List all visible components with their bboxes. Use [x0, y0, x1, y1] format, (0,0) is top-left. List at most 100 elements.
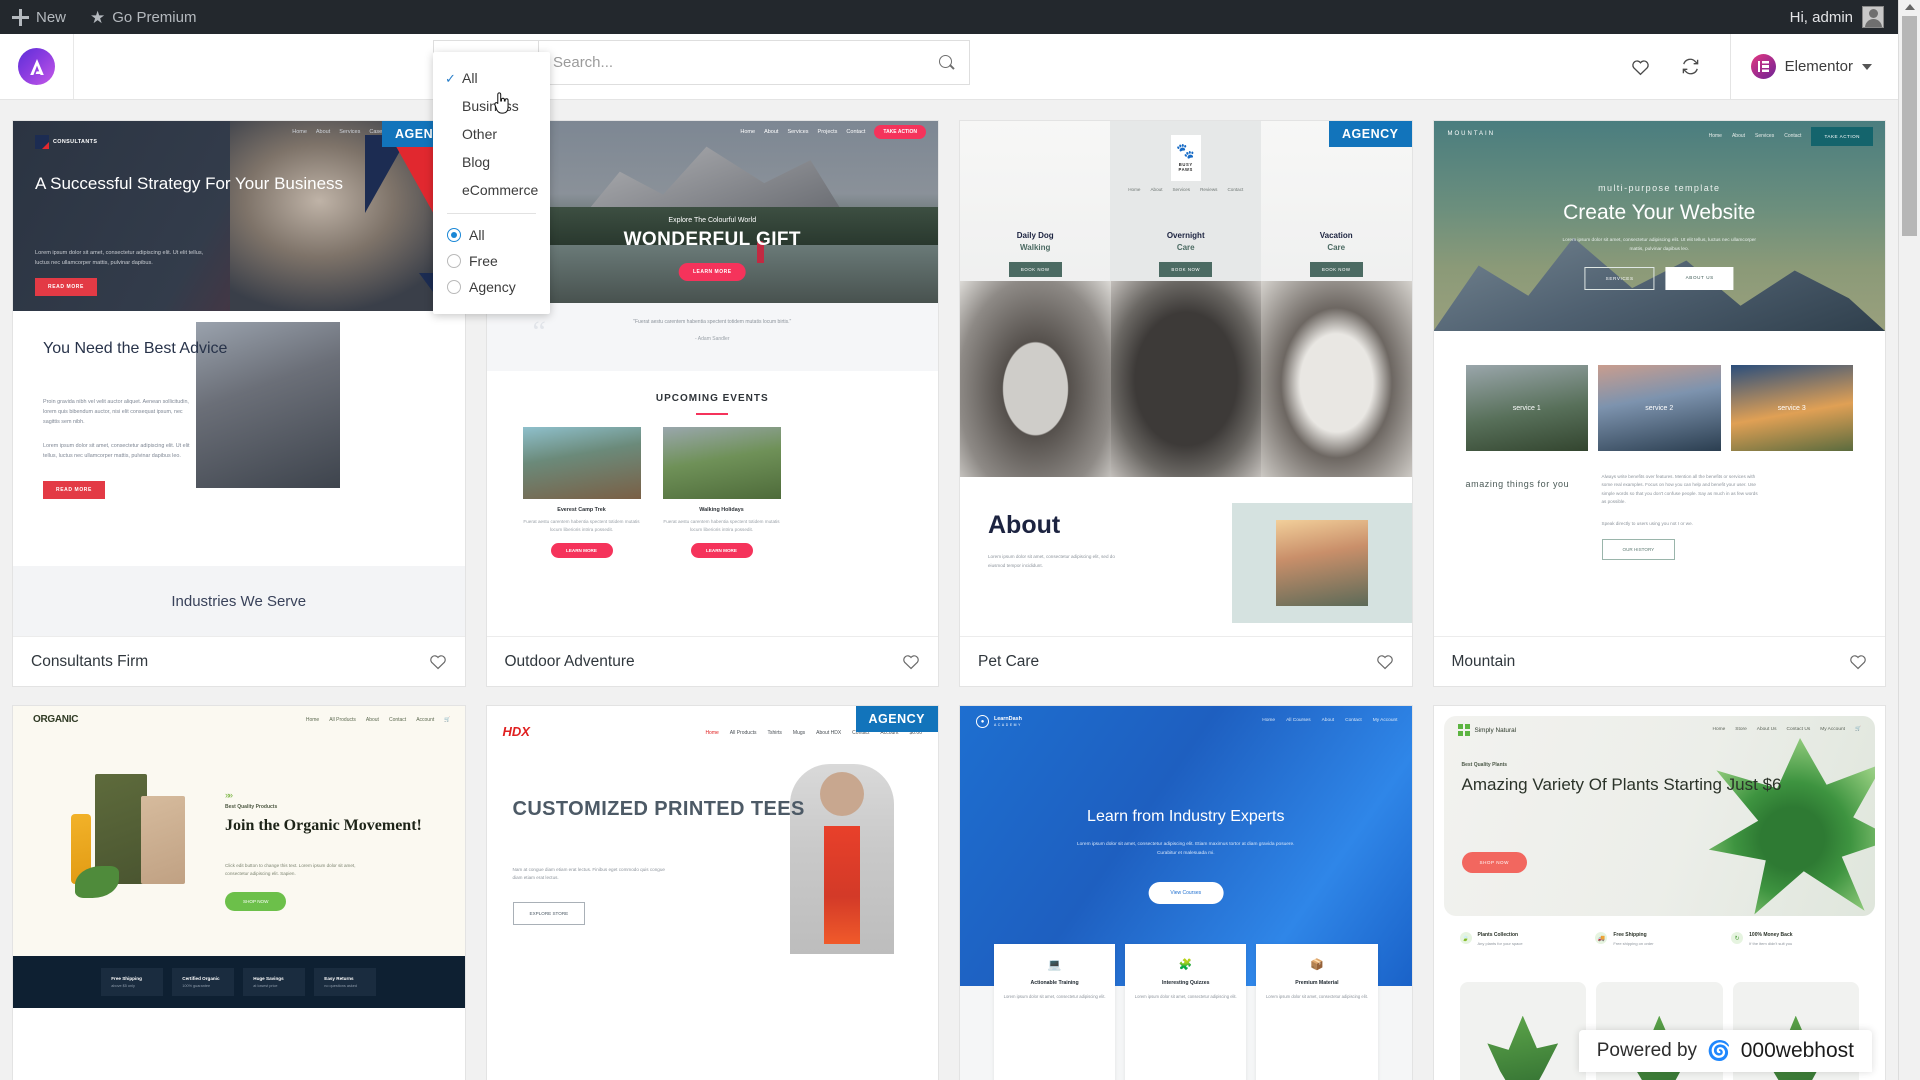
dropdown-item-all[interactable]: ✓ All — [433, 64, 550, 92]
leaf-icon: 🍃 — [1459, 932, 1472, 944]
refresh-icon: ↻ — [1731, 932, 1744, 944]
favorites-button[interactable] — [1616, 34, 1666, 99]
preview-paragraph: Lorem ipsum dolor sit amet, consectetur … — [1562, 238, 1757, 252]
template-card[interactable]: AGENCY 🐾 BUSY PAWS Home About Services R… — [959, 120, 1413, 687]
template-preview[interactable]: ● LearnDash ACADEMY Home All Courses Abo… — [960, 706, 1412, 1080]
preview-nav-item: Home — [1712, 726, 1726, 732]
category-dropdown-menu: ✓ All Business Other Blog eCommerce All … — [433, 52, 550, 314]
preview-nav-item: Contact — [1345, 717, 1362, 723]
preview-nav-item: Home — [1708, 133, 1722, 139]
heart-icon[interactable] — [1376, 653, 1394, 670]
dropdown-item-blog[interactable]: Blog — [433, 148, 550, 176]
page-builder-label: Elementor — [1784, 58, 1853, 75]
template-preview[interactable]: MOUNTAIN Home About Services Contact TAK… — [1433, 121, 1885, 636]
preview-nav-item: Contact — [1227, 187, 1244, 192]
astra-logo-icon — [18, 48, 55, 85]
preview-feature-sub: 100% guarantee — [182, 984, 211, 988]
preview-nav-item: Reviews — [1200, 187, 1218, 192]
preview-feature-sub: Free shipping on order — [1613, 941, 1654, 946]
preview-service-cta: BOOK NOW — [1159, 262, 1213, 277]
admin-bar-account[interactable]: Hi, admin — [1790, 6, 1898, 28]
radio-option-label: Free — [469, 253, 498, 269]
page-scrollbar[interactable] — [1898, 0, 1920, 1080]
search-icon[interactable] — [939, 54, 955, 71]
template-title: Mountain — [1451, 652, 1516, 670]
preview-paragraph: Click edit button to change this text. L… — [225, 863, 356, 877]
preview-nav-item: Home — [305, 717, 320, 723]
preview-service-label: service 3 — [1730, 365, 1853, 451]
dropdown-item-other[interactable]: Other — [433, 120, 550, 148]
radio-option-all[interactable]: All — [433, 222, 550, 248]
template-card[interactable]: MOUNTAIN Home About Services Contact TAK… — [1432, 120, 1886, 687]
preview-about-text: Lorem ipsum dolor sit amet, consectetur … — [988, 554, 1115, 568]
template-preview[interactable]: ORGANIC Home All Products About Contact … — [13, 706, 465, 1080]
template-preview[interactable]: Home Store About Us Contact Us My Accoun… — [1433, 706, 1885, 1080]
dropdown-item-ecommerce[interactable]: eCommerce — [433, 176, 550, 204]
template-card-footer: Mountain — [1433, 636, 1885, 686]
puzzle-icon: 🧩 — [1178, 959, 1193, 971]
scroll-up-arrow-icon[interactable] — [1904, 4, 1915, 10]
scrollbar-thumb[interactable] — [1902, 16, 1917, 236]
search-input[interactable] — [553, 54, 939, 71]
preview-service-title: Daily Dog — [1016, 231, 1054, 240]
simply-natural-logo-icon — [1457, 724, 1470, 736]
library-toolbar: All Elementor — [0, 34, 1898, 100]
dropdown-item-label: eCommerce — [462, 182, 539, 198]
template-card[interactable]: Home About Services Projects Contact TAK… — [485, 120, 939, 687]
box-icon: 📦 — [1310, 959, 1324, 971]
dropdown-item-business[interactable]: Business — [433, 92, 550, 120]
template-title: Consultants Firm — [31, 652, 149, 670]
preview-card-title: Premium Material — [1295, 980, 1339, 986]
template-preview[interactable]: AGENCY 🐾 BUSY PAWS Home About Services R… — [960, 121, 1412, 636]
radio-option-agency[interactable]: Agency — [433, 274, 550, 300]
preview-events-title: UPCOMING EVENTS — [655, 393, 769, 404]
template-card[interactable]: AGENCY HDX Home All Products Tshirts Mug… — [485, 705, 939, 1080]
dropdown-item-label: All — [462, 70, 478, 86]
preview-card-title: Actionable Training — [1030, 980, 1079, 986]
template-preview[interactable]: Home About Services Projects Contact TAK… — [486, 121, 938, 636]
preview-cta: EXPLORE STORE — [512, 902, 586, 925]
template-preview[interactable]: AGENCY HDX Home All Products Tshirts Mug… — [486, 706, 938, 1080]
template-card[interactable]: ORGANIC Home All Products About Contact … — [12, 705, 466, 1080]
preview-heading: CUSTOMIZED PRINTED TEES — [512, 798, 805, 820]
preview-paragraph: Lorem ipsum dolor sit amet, consectetur … — [35, 250, 204, 266]
admin-bar-new-item[interactable]: New — [0, 0, 78, 34]
sync-library-button[interactable] — [1666, 34, 1716, 99]
preview-kicker: Best Quality Products — [225, 804, 278, 810]
preview-card-desc: Lorem ipsum dolor sit amet, consectetur … — [1003, 994, 1106, 999]
preview-feature-title: Huge Savings — [253, 976, 284, 981]
template-card[interactable]: Home Store About Us Contact Us My Accoun… — [1432, 705, 1886, 1080]
dropdown-item-label: Other — [462, 126, 498, 142]
radio-option-label: Agency — [469, 279, 516, 295]
preview-feature-title: Certified Organic — [182, 976, 220, 981]
radio-option-free[interactable]: Free — [433, 248, 550, 274]
preview-service-cta: BOOK NOW — [1309, 262, 1363, 277]
preview-nav-item: Home — [292, 129, 307, 135]
preview-nav-item: Home — [1262, 717, 1276, 723]
template-preview[interactable]: AGENCY CONSULTANTS Home About Services C… — [13, 121, 465, 636]
heart-icon[interactable] — [1849, 653, 1867, 670]
preview-nav-item: About HDX — [816, 730, 842, 736]
template-grid: AGENCY CONSULTANTS Home About Services C… — [0, 100, 1898, 1080]
preview-cta: SHOP NOW — [225, 892, 287, 911]
powered-by-badge[interactable]: Powered by 🌀 000webhost — [1578, 1030, 1872, 1072]
preview-band-text: Industries We Serve — [13, 566, 465, 636]
template-card[interactable]: ● LearnDash ACADEMY Home All Courses Abo… — [959, 705, 1413, 1080]
preview-feature-title: Free Shipping — [1613, 932, 1647, 938]
preview-card-title: Interesting Quizzes — [1161, 980, 1210, 986]
preview-kicker: Explore The Colourful World — [668, 217, 757, 224]
preview-nav-item: About — [1731, 133, 1746, 139]
template-card[interactable]: AGENCY CONSULTANTS Home About Services C… — [12, 120, 466, 687]
preview-nav-item: Services — [339, 129, 361, 135]
heart-icon[interactable] — [902, 653, 920, 670]
heart-icon[interactable] — [429, 653, 447, 670]
preview-nav-item: Contact — [846, 129, 866, 135]
preview-quote-author: - Adam Sandler — [695, 336, 730, 342]
admin-bar-go-premium-item[interactable]: ★ Go Premium — [78, 0, 208, 34]
page-builder-select[interactable]: Elementor — [1735, 54, 1898, 79]
astra-logo-cell[interactable] — [0, 34, 74, 99]
preview-feature-title: Free Shipping — [111, 976, 142, 981]
preview-heading: WONDERFUL GIFT — [623, 229, 801, 250]
admin-bar-greeting: Hi, admin — [1789, 8, 1853, 26]
preview-nav-item: All Products — [729, 730, 757, 736]
